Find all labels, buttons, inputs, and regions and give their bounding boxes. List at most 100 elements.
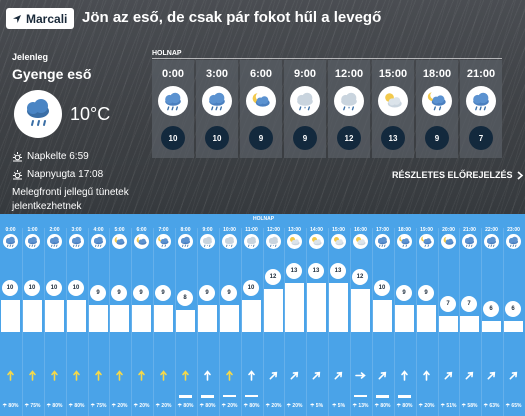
precipitation-chance: ☂ 58% <box>461 403 478 409</box>
forecast-time: 21:00 <box>466 68 496 80</box>
wind-arrow-icon <box>180 368 191 381</box>
forecast-temp: 10 <box>161 126 185 150</box>
hour-column[interactable]: 18:00 9 ☂ 80% <box>394 214 415 416</box>
night-rain-icon <box>156 234 171 249</box>
rain-icon <box>3 234 18 249</box>
precipitation-chance: ☂ 63% <box>483 403 500 409</box>
wind-arrow-icon <box>333 368 344 380</box>
sunrise-row: Napkelte 6:59 <box>12 151 89 162</box>
forecast-slot[interactable]: 15:00 13 <box>372 60 414 158</box>
rain-icon <box>506 234 521 249</box>
night-cloud-icon <box>112 234 127 249</box>
headline[interactable]: Jön az eső, de csak pár fokot hűl a leve… <box>82 9 381 26</box>
sunrise-icon <box>13 152 22 162</box>
temperature-value: 9 <box>221 285 237 301</box>
wind-arrow-icon <box>158 368 169 381</box>
wind-arrow-icon <box>464 368 475 380</box>
forecast-slot[interactable]: 9:00 * 9 <box>284 60 326 158</box>
temperature-value: 9 <box>199 285 215 301</box>
svg-text:*: * <box>229 244 231 248</box>
night-rain-icon <box>419 234 434 249</box>
forecast-time: 9:00 <box>293 68 317 80</box>
forecast-slot[interactable]: 3:00 10 <box>196 60 238 158</box>
hour-column[interactable]: 10:00 * 9 ☂ 20% <box>219 214 240 416</box>
temperature-bar <box>67 300 86 332</box>
hour-column[interactable]: 13:00 13 ☂ 20% <box>284 214 305 416</box>
hour-label: 0:00 <box>5 227 16 233</box>
temperature-value: 12 <box>265 269 281 285</box>
hour-label: 5:00 <box>114 227 125 233</box>
rain-icon <box>69 234 84 249</box>
forecast-temp: 9 <box>249 126 273 150</box>
hour-column[interactable]: 1:00 10 ☂ 75% <box>22 214 43 416</box>
three-hour-forecast: 0:00 10 3:00 10 6:00 9 9:00 * 9 12:00 * 12 15:00 13 18… <box>152 60 502 158</box>
forecast-time: 18:00 <box>422 68 452 80</box>
temperature-value: 6 <box>483 301 499 317</box>
temperature-bar <box>439 316 458 332</box>
detailed-forecast-link[interactable]: RÉSZLETES ELŐREJELZÉS <box>392 170 524 180</box>
hour-column[interactable]: 15:00 13 ☂ 5% <box>328 214 349 416</box>
hour-label: 20:00 <box>442 227 455 233</box>
precipitation-chance: ☂ 80% <box>374 403 391 409</box>
hour-column[interactable]: 6:00 9 ☂ 20% <box>131 214 152 416</box>
rain-icon <box>47 234 62 249</box>
hour-column[interactable]: 8:00 8 ☂ 80% <box>175 214 196 416</box>
hour-column[interactable]: 4:00 9 ☂ 75% <box>88 214 109 416</box>
hour-column[interactable]: 11:00 * 10 ☂ 80% <box>241 214 262 416</box>
sun-cloud-icon <box>331 234 346 249</box>
precipitation-bar <box>376 395 389 398</box>
hour-column[interactable]: 5:00 9 ☂ 20% <box>109 214 130 416</box>
forecast-temp: 13 <box>381 126 405 150</box>
hourly-forecast-chart: HOLNAP 0:00 10 ☂ 80% 1:00 10 ☂ 75% 2:00 10 ☂ 80%… <box>0 214 525 416</box>
forecast-slot[interactable]: 6:00 9 <box>240 60 282 158</box>
precipitation-chance: ☂ 80% <box>396 403 413 409</box>
rain-icon <box>25 234 40 249</box>
svg-text:*: * <box>251 244 253 248</box>
wind-arrow-icon <box>246 368 257 381</box>
hour-column[interactable]: 20:00 7 ☂ 51% <box>438 214 459 416</box>
precipitation-bar <box>223 395 236 397</box>
rain-icon <box>375 234 390 249</box>
precipitation-chance: ☂ 80% <box>2 403 19 409</box>
hour-column[interactable]: 17:00 10 ☂ 80% <box>372 214 393 416</box>
wind-arrow-icon <box>268 368 279 380</box>
sunset-icon <box>13 170 22 180</box>
wind-arrow-icon <box>377 368 388 380</box>
hour-column[interactable]: 3:00 10 ☂ 80% <box>66 214 87 416</box>
hour-label: 15:00 <box>332 227 345 233</box>
hour-column[interactable]: 14:00 13 ☂ 5% <box>306 214 327 416</box>
sunset-text: Napnyugta 17:08 <box>27 169 104 180</box>
forecast-slot[interactable]: 0:00 10 <box>152 60 194 158</box>
hour-column[interactable]: 2:00 10 ☂ 80% <box>44 214 65 416</box>
precipitation-chance: ☂ 20% <box>111 403 128 409</box>
hour-column[interactable]: 9:00 * 9 ☂ 80% <box>197 214 218 416</box>
night-rain-icon <box>422 86 452 116</box>
hour-label: 19:00 <box>420 227 433 233</box>
precipitation-chance: ☂ 80% <box>199 403 216 409</box>
wind-arrow-icon <box>136 368 147 381</box>
hour-column[interactable]: 21:00 7 ☂ 58% <box>459 214 480 416</box>
hour-column[interactable]: 19:00 9 ☂ 20% <box>416 214 437 416</box>
temperature-value: 9 <box>133 285 149 301</box>
hour-label: 8:00 <box>180 227 191 233</box>
hour-label: 18:00 <box>398 227 411 233</box>
svg-text:*: * <box>273 244 275 248</box>
hour-column[interactable]: 16:00 12 ☂ 13% <box>350 214 371 416</box>
health-warning: Melegfronti jellegű tünetek jelentkezhet… <box>12 187 129 212</box>
hour-column[interactable]: 0:00 10 ☂ 80% <box>0 214 21 416</box>
temperature-bar <box>220 305 239 332</box>
hour-label: 13:00 <box>288 227 301 233</box>
sunset-row: Napnyugta 17:08 <box>12 169 103 180</box>
forecast-slot[interactable]: 12:00 * 12 <box>328 60 370 158</box>
hour-column[interactable]: 12:00 * 12 ☂ 20% <box>263 214 284 416</box>
forecast-slot[interactable]: 21:00 7 <box>460 60 502 158</box>
temperature-value: 10 <box>24 280 40 296</box>
hour-column[interactable]: 22:00 6 ☂ 63% <box>481 214 502 416</box>
hour-column[interactable]: 7:00 9 ☂ 20% <box>153 214 174 416</box>
forecast-slot[interactable]: 18:00 9 <box>416 60 458 158</box>
rain-icon <box>178 234 193 249</box>
temperature-value: 10 <box>243 280 259 296</box>
hour-column[interactable]: 23:00 6 ☂ 65% <box>503 214 524 416</box>
location-button[interactable]: Marcali <box>6 8 74 29</box>
temperature-bar <box>45 300 64 332</box>
